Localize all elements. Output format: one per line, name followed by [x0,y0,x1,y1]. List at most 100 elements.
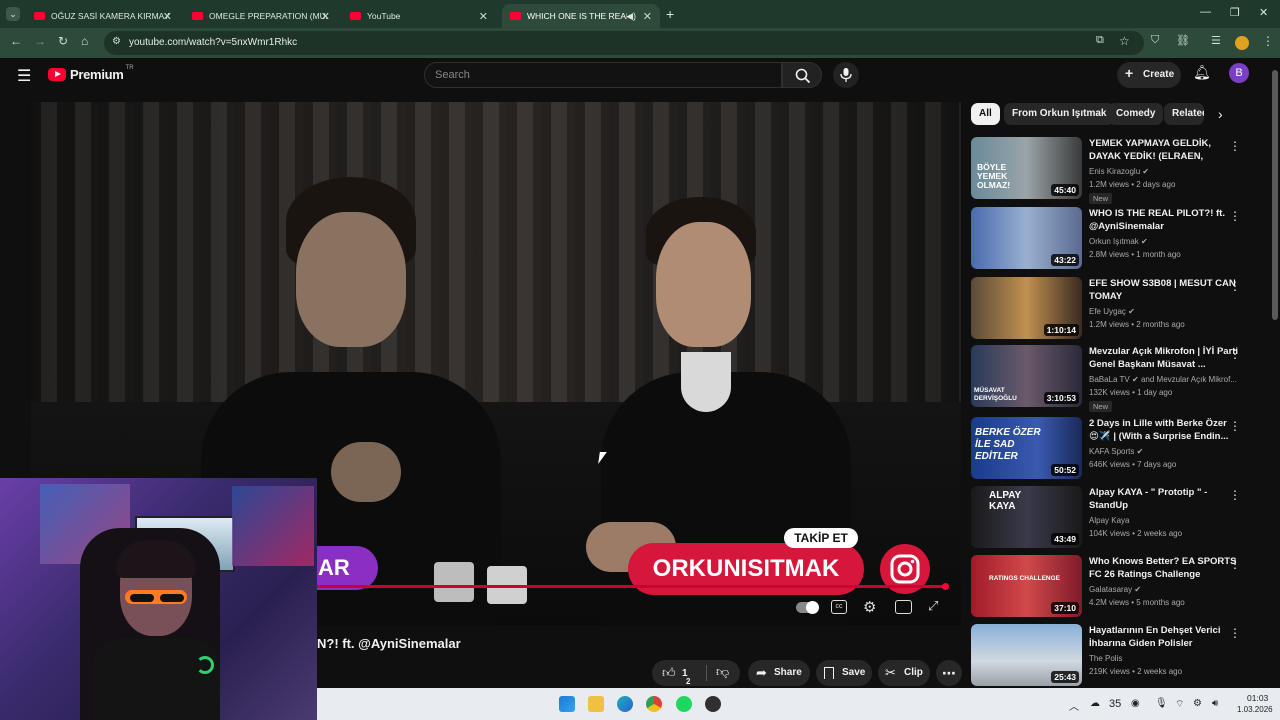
search-input[interactable]: Search [424,62,782,88]
close-tab-icon[interactable]: ✕ [643,10,652,23]
video-thumbnail[interactable]: BÖYLE YEMEK OLMAZ! 45:40 [971,137,1082,199]
recommendation-title[interactable]: Who Knows Better? EA SPORTS FC 26 Rating… [1089,555,1239,581]
more-actions-button[interactable]: ⋯ [936,660,962,686]
recommendation-title[interactable]: Mevzular Açık Mikrofon | İYİ Parti Genel… [1089,345,1239,371]
tab-1[interactable]: OMEGLE PREPARATION (MUA) ✕ [184,4,338,28]
recommendation-item[interactable]: BÖYLE YEMEK OLMAZ! 45:40 YEMEK YAPMAYA G… [971,137,1261,204]
restore-icon[interactable]: ❐ [1230,6,1240,19]
video-thumbnail[interactable]: RATINGS CHALLENGE 37:10 [971,555,1082,617]
progress-scrubber-handle[interactable] [942,583,949,590]
weather-temperature[interactable]: 35 [1109,698,1121,710]
install-app-icon[interactable]: ⧉ [1096,34,1104,47]
channel-name[interactable]: Efe Uygaç ✔ [1089,307,1241,316]
browser-menu-icon[interactable]: ⋮ [1262,34,1274,48]
video-thumbnail[interactable]: ALPAY KAYA 43:49 [971,486,1082,548]
profile-avatar[interactable] [1235,36,1249,50]
microphone-tray-icon[interactable]: 🎙︎ [1155,698,1168,709]
more-options-icon[interactable]: ⋮ [1229,488,1241,502]
recommendation-title[interactable]: Hayatlarının En Dehşet Verici İhbarına G… [1089,624,1239,650]
clip-button[interactable]: ✂ Clip [878,660,930,686]
chip-comedy[interactable]: Comedy [1108,103,1164,125]
speaker-icon[interactable]: ◀) [626,11,636,22]
tray-overflow-chevron-icon[interactable]: ︿ [1069,698,1079,713]
tab-search-button[interactable]: ⌄ [6,7,20,21]
link-icon[interactable]: ⛓ [1176,34,1190,47]
video-thumbnail[interactable]: 43:22 [971,207,1082,269]
settings-gear-icon[interactable]: ⚙ [863,598,876,616]
hamburger-menu-icon[interactable]: ☰ [17,66,31,86]
thumbs-down-icon[interactable]: 👎︎ [716,664,729,680]
share-button[interactable]: ➦ Share [748,660,810,686]
channel-name[interactable]: Orkun Işıtmak ✔ [1089,237,1241,246]
save-button[interactable]: Save [816,660,872,686]
wifi-icon[interactable]: ⌔ [1175,698,1184,711]
clock-time[interactable]: 01:03 [1247,693,1268,703]
recommendation-item[interactable]: RATINGS CHALLENGE 37:10 Who Knows Better… [971,555,1261,619]
settings-tray-icon[interactable]: ⚙ [1193,698,1202,709]
video-thumbnail[interactable]: BERKE ÖZER İLE SAD EDİTLER 50:52 [971,417,1082,479]
reload-icon[interactable]: ↻ [58,34,68,48]
close-tab-icon[interactable]: ✕ [163,10,172,23]
channel-name[interactable]: KAFA Sports ✔ [1089,447,1241,456]
more-options-icon[interactable]: ⋮ [1229,419,1241,433]
notifications-bell-icon[interactable]: 🔔︎ [1193,64,1211,81]
new-tab-button[interactable]: + [666,6,674,22]
recommendation-item[interactable]: ALPAY KAYA 43:49 Alpay KAYA - " Prototip… [971,486,1261,550]
network-icon[interactable]: ◉ [1131,698,1140,709]
channel-name[interactable]: BaBaLa TV ✔ and Mevzular Açık Mikrof... [1089,375,1241,384]
more-options-icon[interactable]: ⋮ [1229,557,1241,571]
theater-mode-icon[interactable] [895,600,912,614]
page-scrollbar[interactable] [1272,70,1278,320]
close-tab-icon[interactable]: ✕ [479,10,488,23]
recommendation-title[interactable]: 2 Days in Lille with Berke Özer 😍✈️ | (W… [1089,417,1239,443]
recommendation-title[interactable]: WHO IS THE REAL PILOT?! ft. @AyniSinemal… [1089,207,1239,233]
back-icon[interactable]: ← [10,34,22,48]
account-avatar[interactable]: B [1229,63,1249,83]
reading-list-icon[interactable]: ☰ [1211,34,1221,47]
chip-related[interactable]: Related [1164,103,1204,125]
clock-date[interactable]: 1.03.2026 [1237,705,1273,714]
like-button[interactable]: 👍︎ 1 2 [660,664,700,686]
recommendation-item[interactable]: 43:22 WHO IS THE REAL PILOT?! ft. @AyniS… [971,207,1261,271]
forward-icon[interactable]: → [34,34,46,48]
more-options-icon[interactable]: ⋮ [1229,209,1241,223]
video-thumbnail[interactable]: 25:43 [971,624,1082,686]
recommendation-item[interactable]: MÜSAVAT DERVİŞOĞLU 3:10:53 Mevzular Açık… [971,345,1261,412]
address-bar[interactable]: ⚙ youtube.com/watch?v=5nxWmr1Rhkc [104,31,1144,55]
recommendation-title[interactable]: YEMEK YAPMAYA GELDİK, DAYAK YEDİK! (ELRA… [1089,137,1239,164]
channel-name[interactable]: The Polis [1089,654,1241,663]
more-options-icon[interactable]: ⋮ [1229,347,1241,361]
voice-search-button[interactable] [833,62,859,88]
recommendation-item[interactable]: 25:43 Hayatlarının En Dehşet Verici İhba… [971,624,1261,688]
volume-icon[interactable]: 🔊︎ [1212,698,1218,709]
file-explorer-icon[interactable] [588,696,604,712]
recommendation-title[interactable]: EFE SHOW S3B08 | MESUT CAN TOMAY [1089,277,1239,303]
more-options-icon[interactable]: ⋮ [1229,279,1241,293]
video-thumbnail[interactable]: MÜSAVAT DERVİŞOĞLU 3:10:53 [971,345,1082,407]
channel-name[interactable]: Galatasaray ✔ [1089,585,1241,594]
tab-0[interactable]: OĞUZ SASİ KAMERA KIRMA AN ✕ [26,4,180,28]
extensions-icon[interactable]: ⛉ [1151,34,1159,47]
tab-2[interactable]: YouTube ✕ [342,4,496,28]
chip-all[interactable]: All [971,103,1000,125]
spotify-icon[interactable] [676,696,692,712]
search-button[interactable] [782,62,822,88]
recommendation-item[interactable]: 1:10:14 EFE SHOW S3B08 | MESUT CAN TOMAY… [971,277,1261,341]
edge-browser-icon[interactable] [617,696,633,712]
more-options-icon[interactable]: ⋮ [1229,139,1241,153]
bookmark-star-icon[interactable]: ☆ [1119,34,1130,48]
close-window-icon[interactable]: ✕ [1259,6,1268,19]
recommendation-item[interactable]: BERKE ÖZER İLE SAD EDİTLER 50:52 2 Days … [971,417,1261,481]
video-thumbnail[interactable]: 1:10:14 [971,277,1082,339]
close-tab-icon[interactable]: ✕ [321,10,330,23]
chevron-right-icon[interactable]: › [1218,106,1223,122]
home-icon[interactable]: ⌂ [81,34,88,48]
recommendation-title[interactable]: Alpay KAYA - " Prototip " - StandUp [1089,486,1239,512]
video-progress-bar[interactable] [316,583,949,590]
more-options-icon[interactable]: ⋮ [1229,626,1241,640]
obs-icon[interactable] [705,696,721,712]
site-info-icon[interactable]: ⚙ [112,36,121,47]
create-button[interactable]: + Create [1117,62,1181,88]
autoplay-toggle[interactable] [796,601,819,614]
fullscreen-icon[interactable]: ⤢ [928,598,938,614]
